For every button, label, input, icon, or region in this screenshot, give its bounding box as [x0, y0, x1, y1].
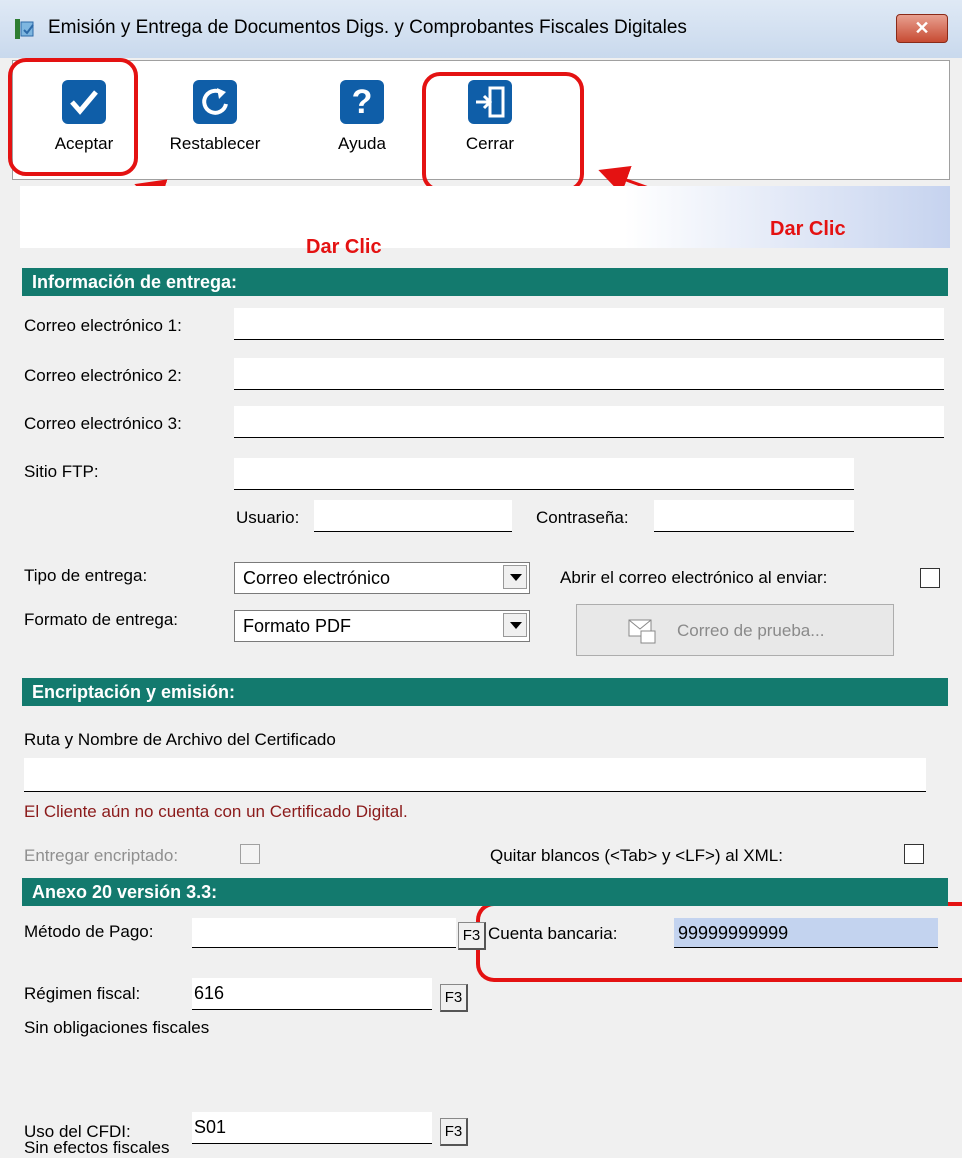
cert-path-label: Ruta y Nombre de Archivo del Certificado: [24, 730, 336, 749]
password-input[interactable]: [654, 500, 854, 532]
delivery-type-label: Tipo de entrega:: [24, 566, 148, 585]
encrypt-label: Entregar encriptado:: [24, 846, 179, 865]
annotation-arrows: [134, 165, 761, 240]
test-email-button[interactable]: Correo de prueba...: [576, 604, 894, 656]
tax-regime-description: Sin obligaciones fiscales: [24, 1018, 210, 1037]
delivery-format-label: Formato de entrega:: [24, 610, 179, 629]
delivery-type-value: Correo electrónico: [243, 568, 391, 588]
tax-regime-f3-button[interactable]: F3: [440, 984, 468, 1012]
cfdi-use-description: Sin efectos fiscales: [24, 1138, 170, 1157]
annotation-left: Dar Clic: [306, 236, 382, 258]
strip-blanks-checkbox[interactable]: [904, 844, 924, 864]
tax-regime-input[interactable]: 616: [192, 978, 432, 1010]
section-annex: Anexo 20 versión 3.3:: [22, 878, 948, 906]
open-email-checkbox[interactable]: [920, 568, 940, 588]
cert-path-input[interactable]: [24, 758, 926, 792]
user-input[interactable]: [314, 500, 512, 532]
open-email-label: Abrir el correo electrónico al enviar:: [560, 568, 828, 587]
chevron-down-icon[interactable]: [503, 565, 527, 589]
ftp-input[interactable]: [234, 458, 854, 490]
test-email-label: Correo de prueba...: [677, 621, 825, 640]
delivery-format-value: Formato PDF: [243, 616, 352, 636]
cfdi-use-input[interactable]: S01: [192, 1112, 432, 1144]
cfdi-use-f3-button[interactable]: F3: [440, 1118, 468, 1146]
encrypt-checkbox[interactable]: [240, 844, 260, 864]
email2-input[interactable]: [234, 358, 944, 390]
payment-method-input[interactable]: [192, 918, 456, 948]
email2-label: Correo electrónico 2:: [24, 366, 182, 385]
bank-account-input[interactable]: 99999999999: [674, 918, 938, 948]
annotation-right: Dar Clic: [770, 218, 846, 240]
bank-account-label: Cuenta bancaria:: [488, 924, 618, 943]
payment-method-f3-button[interactable]: F3: [458, 922, 486, 950]
email1-input[interactable]: [234, 308, 944, 340]
tax-regime-label: Régimen fiscal:: [24, 984, 141, 1003]
payment-method-label: Método de Pago:: [24, 922, 154, 941]
ftp-label: Sitio FTP:: [24, 462, 99, 481]
password-label: Contraseña:: [536, 508, 629, 527]
email3-label: Correo electrónico 3:: [24, 414, 182, 433]
strip-blanks-label: Quitar blancos (<Tab> y <LF>) al XML:: [490, 846, 783, 865]
section-encryption: Encriptación y emisión:: [22, 678, 948, 706]
cert-warning: El Cliente aún no cuenta con un Certific…: [24, 802, 408, 821]
delivery-type-select[interactable]: Correo electrónico: [234, 562, 530, 594]
mail-icon: [627, 617, 657, 650]
user-label: Usuario:: [236, 508, 300, 527]
email1-label: Correo electrónico 1:: [24, 316, 182, 335]
email3-input[interactable]: [234, 406, 944, 438]
section-delivery: Información de entrega:: [22, 268, 948, 296]
chevron-down-icon[interactable]: [503, 613, 527, 637]
delivery-format-select[interactable]: Formato PDF: [234, 610, 530, 642]
